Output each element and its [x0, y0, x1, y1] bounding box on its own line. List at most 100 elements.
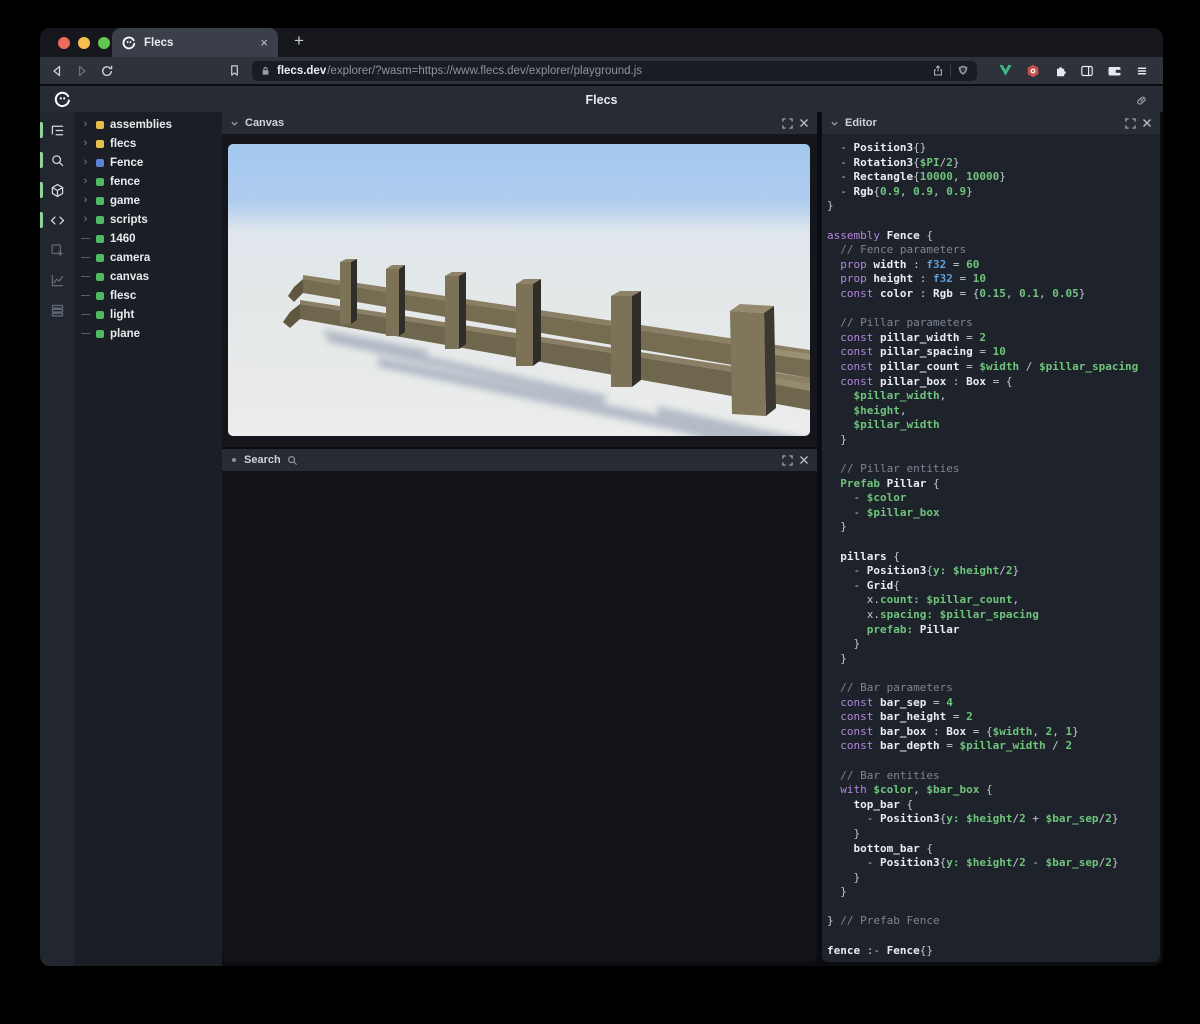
tree-item-scripts[interactable]: › scripts	[74, 210, 222, 229]
fullscreen-icon[interactable]	[1125, 118, 1136, 129]
editor-panel: Editor - Position3{} - Rotation3{$PI/2} …	[822, 112, 1160, 966]
code-editor[interactable]: - Position3{} - Rotation3{$PI/2} - Recta…	[822, 134, 1160, 962]
browser-toolbar: flecs.dev /explorer/?wasm=https://www.fl…	[40, 57, 1163, 84]
script-code[interactable]: - Position3{} - Rotation3{$PI/2} - Recta…	[827, 141, 1160, 958]
leaf-dash-icon	[81, 276, 90, 277]
close-panel-icon[interactable]	[1142, 118, 1152, 128]
tree-item-label: assemblies	[110, 119, 172, 131]
rail-script-icon[interactable]	[40, 207, 74, 233]
tree-item-light[interactable]: light	[74, 305, 222, 324]
sidebar-toggle-icon[interactable]	[1080, 64, 1094, 78]
expand-arrow-icon[interactable]: ›	[81, 215, 90, 224]
entity-tree: ›assemblies›flecs›Fence›fence›game›scrip…	[74, 112, 222, 966]
rail-scene-icon[interactable]	[40, 177, 74, 203]
bookmark-icon[interactable]	[228, 64, 241, 77]
entity-color-square	[96, 121, 104, 129]
entity-color-square	[96, 254, 104, 262]
leaf-dash-icon	[81, 238, 90, 239]
browser-tab[interactable]: Flecs ×	[112, 28, 278, 57]
search-results-area[interactable]	[222, 471, 817, 962]
close-window-button[interactable]	[58, 37, 70, 49]
expand-arrow-icon[interactable]: ›	[81, 177, 90, 186]
expand-arrow-icon[interactable]: ›	[81, 120, 90, 129]
rail-archetypes-icon[interactable]	[40, 297, 74, 323]
fullscreen-icon[interactable]	[782, 118, 793, 129]
tree-item-Fence[interactable]: ›Fence	[74, 153, 222, 172]
window-controls	[58, 37, 110, 49]
editor-panel-header: Editor	[822, 112, 1160, 134]
new-tab-button[interactable]: +	[294, 31, 304, 51]
tree-item-label: 1460	[110, 233, 136, 245]
extension-icons	[998, 64, 1149, 78]
tree-item-label: scripts	[110, 214, 148, 226]
tree-item-flecs[interactable]: ›flecs	[74, 134, 222, 153]
search-icon	[287, 455, 298, 466]
tree-item-game[interactable]: › game	[74, 191, 222, 210]
leaf-dash-icon	[81, 314, 90, 315]
tree-item-assemblies[interactable]: › assemblies	[74, 115, 222, 134]
tree-item-camera[interactable]: camera	[74, 248, 222, 267]
share-icon[interactable]	[932, 64, 944, 77]
search-panel-title: Search	[244, 454, 281, 466]
chevron-down-icon[interactable]	[830, 119, 839, 128]
entity-color-square	[96, 140, 104, 148]
zoom-window-button[interactable]	[98, 37, 110, 49]
expand-arrow-icon[interactable]: ›	[81, 139, 90, 148]
leaf-dash-icon	[81, 257, 90, 258]
tree-item-label: flesc	[110, 290, 136, 302]
url-bar[interactable]: flecs.dev /explorer/?wasm=https://www.fl…	[252, 61, 977, 81]
close-panel-icon[interactable]	[799, 118, 809, 128]
page-title: Flecs	[40, 93, 1163, 107]
minimize-window-button[interactable]	[78, 37, 90, 49]
browser-menu-icon[interactable]	[1135, 64, 1149, 78]
search-panel: Search	[222, 449, 817, 966]
url-domain: flecs.dev	[277, 65, 326, 77]
tree-item-plane[interactable]: plane	[74, 324, 222, 343]
forward-button[interactable]	[75, 64, 89, 78]
tree-item-fence[interactable]: › fence	[74, 172, 222, 191]
reload-button[interactable]	[100, 64, 114, 78]
entity-color-square	[96, 178, 104, 186]
tree-item-label: game	[110, 195, 140, 207]
entity-color-square	[96, 159, 104, 167]
lock-icon	[260, 65, 271, 77]
tab-title: Flecs	[144, 37, 173, 49]
fence-3d-render[interactable]	[228, 144, 810, 436]
back-button[interactable]	[50, 64, 64, 78]
tree-item-label: light	[110, 309, 134, 321]
leaf-dash-icon	[81, 295, 90, 296]
flecs-favicon-icon	[122, 36, 136, 50]
rail-inspector-icon[interactable]	[40, 237, 74, 263]
fullscreen-icon[interactable]	[782, 455, 793, 466]
editor-panel-title: Editor	[845, 117, 877, 129]
canvas-panel: Canvas	[222, 112, 817, 447]
tree-item-1460[interactable]: 1460	[74, 229, 222, 248]
brave-shield-icon[interactable]	[957, 64, 969, 77]
tree-item-label: fence	[110, 176, 140, 188]
rail-entity-tree-icon[interactable]	[40, 117, 74, 143]
expand-arrow-icon[interactable]: ›	[81, 158, 90, 167]
close-panel-icon[interactable]	[799, 455, 809, 465]
leaf-dash-icon	[81, 333, 90, 334]
canvas-body	[222, 134, 817, 447]
canvas-panel-header: Canvas	[222, 112, 817, 134]
tab-bar: Flecs × +	[40, 28, 1163, 57]
entity-color-square	[96, 216, 104, 224]
entity-color-square	[96, 311, 104, 319]
expand-arrow-icon[interactable]: ›	[81, 196, 90, 205]
tab-close-button[interactable]: ×	[260, 36, 268, 49]
entity-color-square	[96, 292, 104, 300]
url-path: /explorer/?wasm=https://www.flecs.dev/ex…	[327, 65, 926, 77]
vue-devtools-icon[interactable]	[998, 64, 1013, 77]
tree-item-label: canvas	[110, 271, 149, 283]
rail-search-icon[interactable]	[40, 147, 74, 173]
wallet-icon[interactable]	[1107, 64, 1122, 78]
extensions-puzzle-icon[interactable]	[1053, 64, 1067, 78]
rail-stats-icon[interactable]	[40, 267, 74, 293]
collapsed-dot-icon[interactable]	[232, 458, 236, 462]
tree-item-flesc[interactable]: flesc	[74, 286, 222, 305]
chevron-down-icon[interactable]	[230, 119, 239, 128]
canvas-panel-title: Canvas	[245, 117, 284, 129]
red-hexagon-extension-icon[interactable]	[1026, 64, 1040, 78]
tree-item-canvas[interactable]: canvas	[74, 267, 222, 286]
